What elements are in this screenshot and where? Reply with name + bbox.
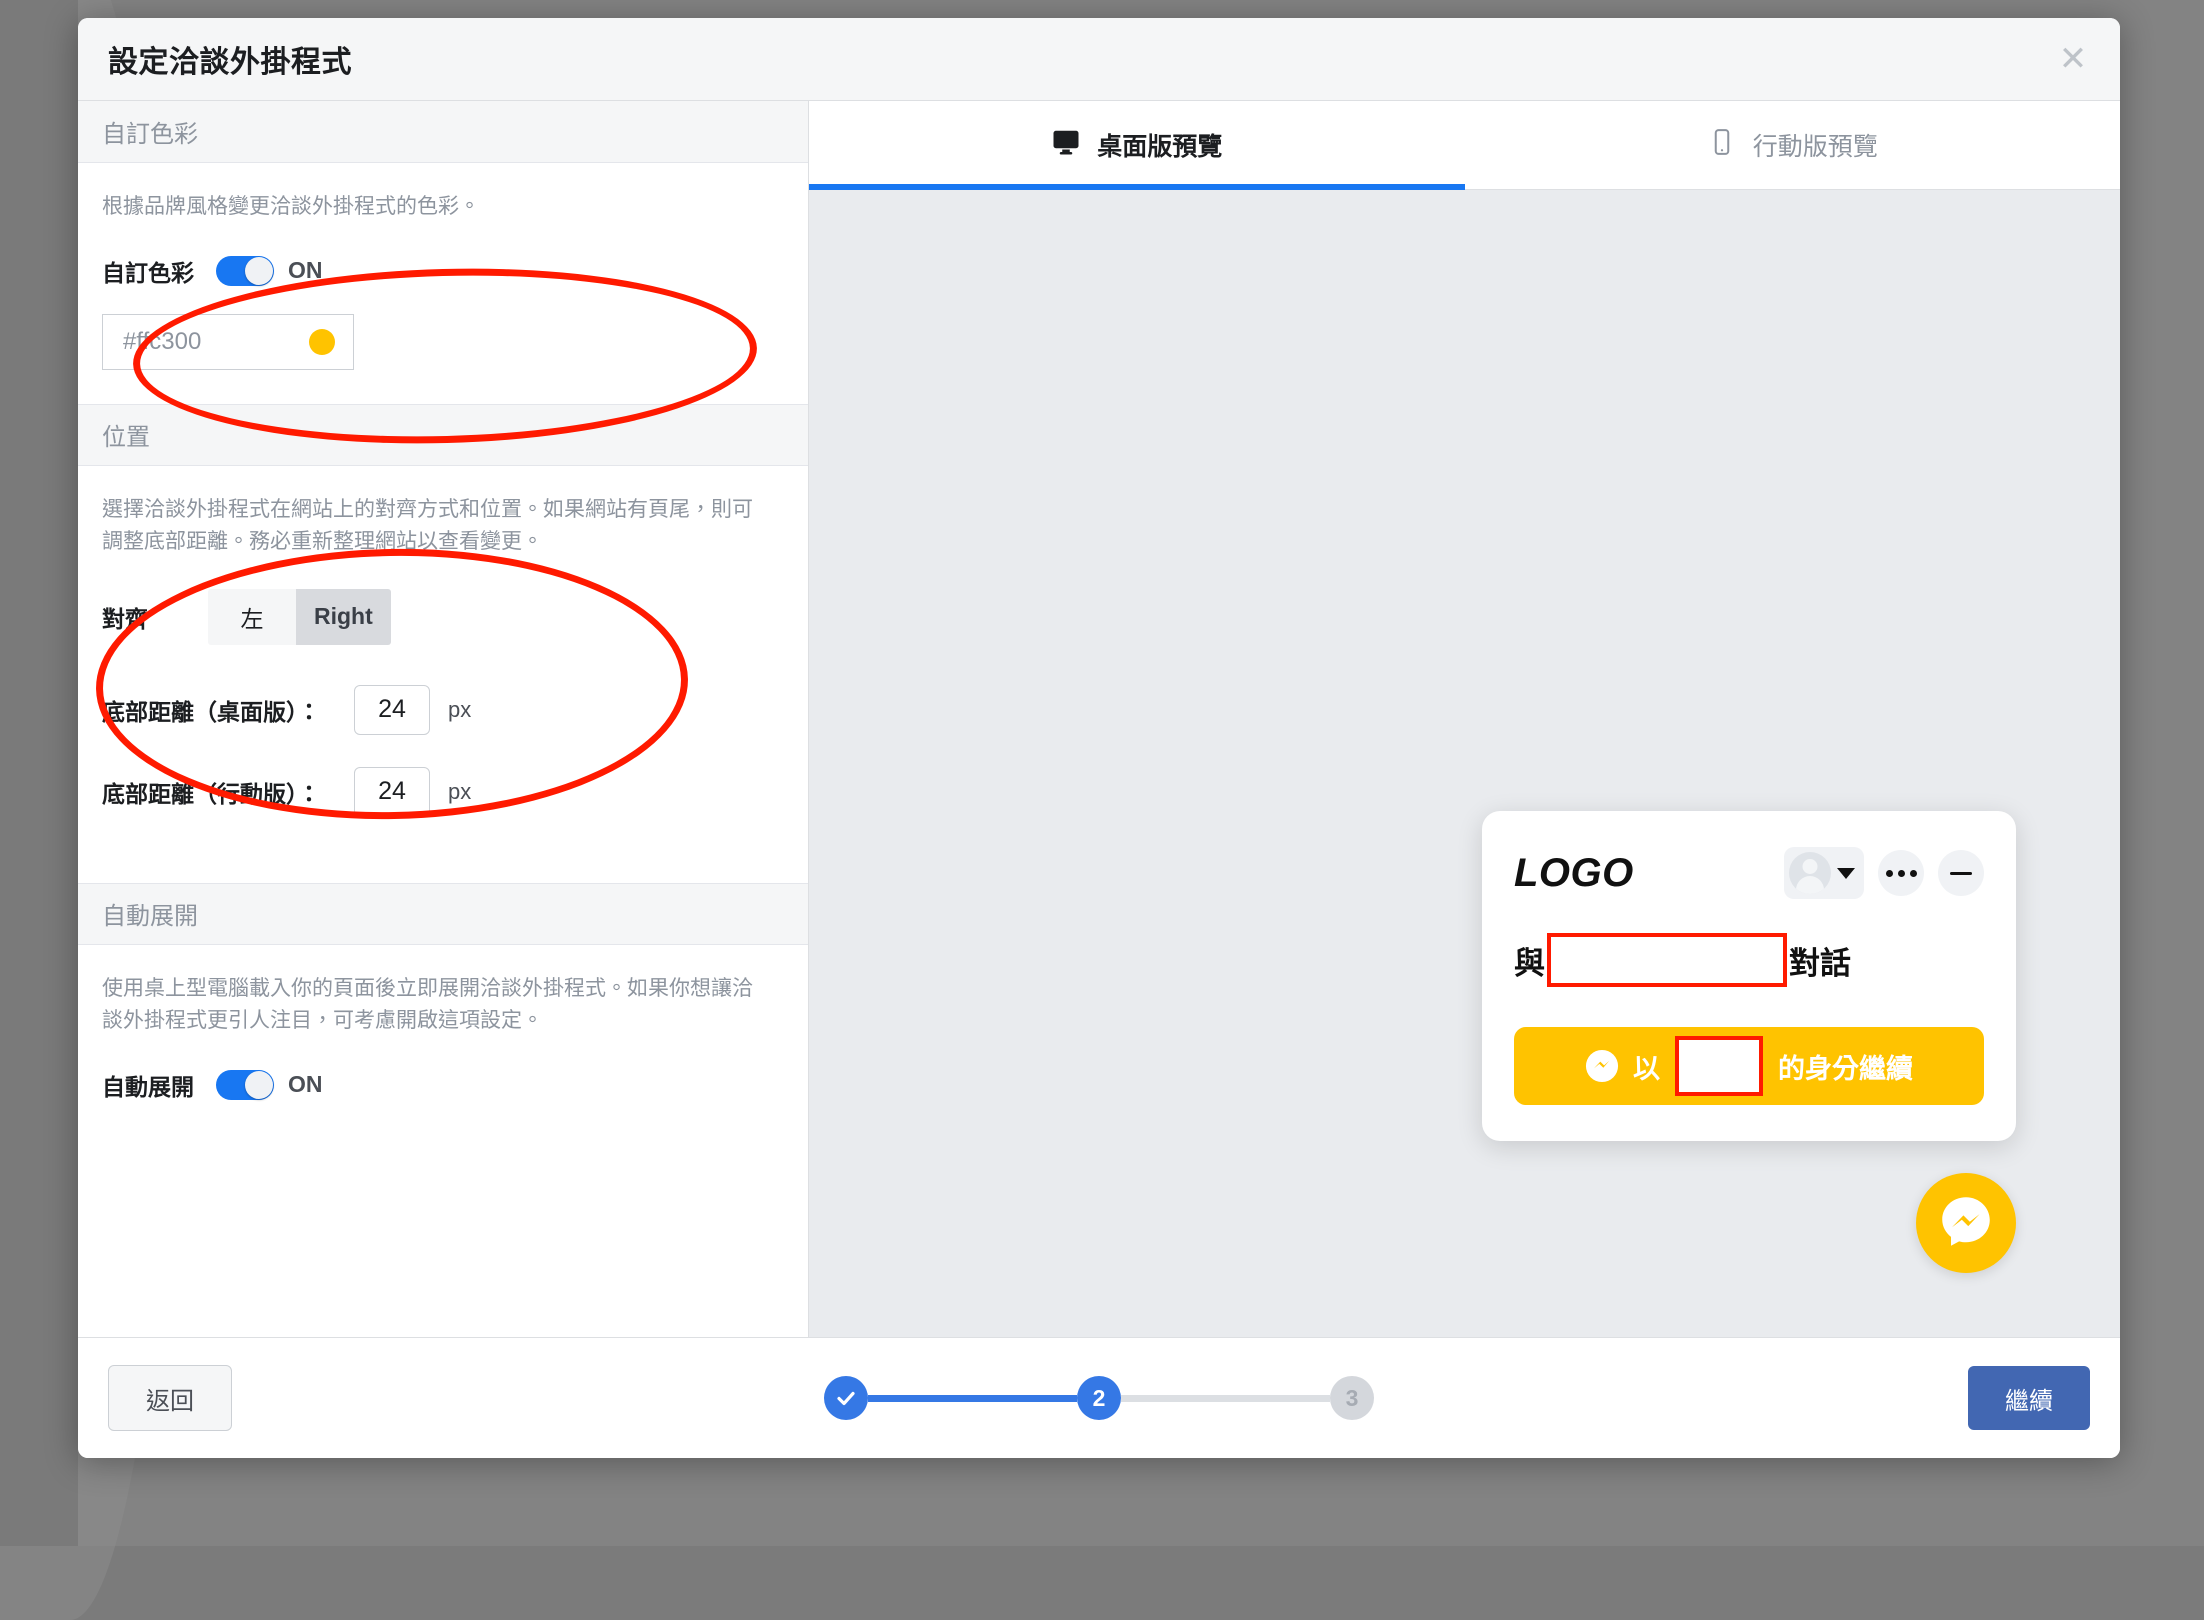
desktop-spacing-unit: px — [448, 697, 471, 723]
color-swatch[interactable] — [309, 329, 335, 355]
section-title-auto-expand: 自動展開 — [102, 896, 198, 931]
minimize-icon[interactable] — [1938, 850, 1984, 896]
step-connector-1 — [868, 1395, 1077, 1402]
section-header-position: 位置 — [78, 404, 808, 466]
step-1-dot[interactable] — [824, 1376, 868, 1420]
mobile-icon — [1707, 127, 1737, 164]
auto-expand-toggle-label: 自動展開 — [102, 1068, 194, 1102]
custom-color-description: 根據品牌風格變更洽談外掛程式的色彩。 — [102, 191, 772, 224]
backdrop-left-shade — [0, 0, 78, 1546]
dots-glyph — [1886, 870, 1917, 877]
greeting-suffix: 對話 — [1789, 938, 1851, 983]
cta-prefix: 以 — [1633, 1047, 1660, 1086]
custom-color-toggle-row: 自訂色彩 ON — [102, 254, 784, 288]
chevron-down-icon — [1837, 868, 1855, 879]
continue-button[interactable]: 繼續 — [1968, 1366, 2090, 1430]
alignment-label: 對齊 — [102, 600, 180, 634]
minus-glyph — [1950, 872, 1972, 875]
auto-expand-description: 使用桌上型電腦載入你的頁面後立即展開洽談外掛程式。如果你想讓洽談外掛程式更引人注… — [102, 973, 772, 1038]
dialog-header: 設定洽談外掛程式 ✕ — [78, 18, 2120, 101]
avatar-selector[interactable] — [1784, 847, 1864, 899]
alignment-option-right[interactable]: Right — [296, 589, 391, 645]
alignment-row: 對齊 左 Right — [102, 589, 784, 645]
mobile-spacing-input[interactable]: 24 — [354, 767, 430, 817]
toggle-knob — [245, 1071, 273, 1099]
messenger-icon — [1585, 1049, 1619, 1083]
page-title: 設定洽談外掛程式 — [108, 37, 352, 81]
mobile-spacing-row: 底部距離（行動版）： 24 px — [102, 767, 784, 817]
widget-greeting: 與 對話 — [1514, 933, 1984, 987]
preview-stage: LOGO — [809, 190, 2120, 1337]
alignment-option-left[interactable]: 左 — [208, 589, 296, 645]
widget-header: LOGO — [1514, 847, 1984, 899]
mobile-spacing-label: 底部距離（行動版）： — [102, 775, 354, 809]
custom-color-toggle-label: 自訂色彩 — [102, 254, 194, 288]
desktop-spacing-input[interactable]: 24 — [354, 685, 430, 735]
back-button[interactable]: 返回 — [108, 1365, 232, 1431]
tab-desktop-preview[interactable]: 桌面版預覽 — [809, 101, 1465, 189]
chat-widget-preview: LOGO — [1482, 811, 2016, 1141]
section-header-custom-color: 自訂色彩 — [78, 101, 808, 163]
alignment-segmented-control: 左 Right — [208, 589, 391, 645]
desktop-spacing-row: 底部距離（桌面版）： 24 px — [102, 685, 784, 735]
section-body-auto-expand: 使用桌上型電腦載入你的頁面後立即展開洽談外掛程式。如果你想讓洽談外掛程式更引人注… — [78, 945, 808, 1162]
toggle-knob — [245, 257, 273, 285]
step-3-dot[interactable]: 3 — [1330, 1376, 1374, 1420]
widget-logo: LOGO — [1514, 851, 1634, 896]
messenger-icon — [1935, 1190, 1997, 1257]
tab-mobile-preview[interactable]: 行動版預覽 — [1465, 101, 2121, 189]
greeting-prefix: 與 — [1514, 938, 1545, 983]
step-2-dot[interactable]: 2 — [1077, 1376, 1121, 1420]
widget-header-actions — [1784, 847, 1984, 899]
settings-panel: 自訂色彩 根據品牌風格變更洽談外掛程式的色彩。 自訂色彩 ON #ffc300 — [78, 101, 809, 1337]
custom-color-toggle-state: ON — [288, 257, 323, 284]
tab-desktop-preview-label: 桌面版預覽 — [1097, 127, 1222, 163]
auto-expand-toggle[interactable] — [216, 1070, 274, 1100]
position-description: 選擇洽談外掛程式在網站上的對齊方式和位置。如果網站有頁尾，則可調整底部距離。務必… — [102, 494, 772, 559]
monitor-icon — [1051, 127, 1081, 164]
dialog-body: 自訂色彩 根據品牌風格變更洽談外掛程式的色彩。 自訂色彩 ON #ffc300 — [78, 101, 2120, 1338]
color-hex-input[interactable]: #ffc300 — [102, 314, 354, 370]
close-icon[interactable]: ✕ — [2052, 38, 2094, 80]
chat-launcher-button[interactable] — [1916, 1173, 2016, 1273]
dialog-footer: 返回 2 3 繼續 — [78, 1338, 2120, 1458]
color-hex-value: #ffc300 — [123, 328, 201, 356]
desktop-spacing-label: 底部距離（桌面版）： — [102, 693, 354, 727]
section-title-custom-color: 自訂色彩 — [102, 114, 198, 149]
auto-expand-toggle-row: 自動展開 ON — [102, 1068, 784, 1102]
preview-panel: 桌面版預覽 行動版預覽 LOGO — [809, 101, 2120, 1337]
custom-color-toggle[interactable] — [216, 256, 274, 286]
avatar-icon — [1789, 852, 1831, 894]
preview-tab-bar: 桌面版預覽 行動版預覽 — [809, 101, 2120, 190]
more-options-icon[interactable] — [1878, 850, 1924, 896]
tab-mobile-preview-label: 行動版預覽 — [1753, 127, 1878, 163]
continue-as-user-button[interactable]: 以 的身分繼續 — [1514, 1027, 1984, 1105]
redaction-box-user-name — [1675, 1036, 1763, 1096]
cta-suffix: 的身分繼續 — [1778, 1047, 1913, 1086]
auto-expand-toggle-state: ON — [288, 1071, 323, 1098]
section-body-position: 選擇洽談外掛程式在網站上的對齊方式和位置。如果網站有頁尾，則可調整底部距離。務必… — [78, 466, 808, 883]
section-title-position: 位置 — [102, 417, 150, 452]
redaction-box-page-name — [1547, 933, 1787, 987]
section-body-custom-color: 根據品牌風格變更洽談外掛程式的色彩。 自訂色彩 ON #ffc300 — [78, 163, 808, 404]
step-progress-indicator: 2 3 — [824, 1376, 1374, 1420]
check-icon — [834, 1386, 858, 1410]
step-connector-2 — [1121, 1395, 1330, 1402]
mobile-spacing-unit: px — [448, 779, 471, 805]
chat-plugin-setup-dialog: 設定洽談外掛程式 ✕ 自訂色彩 根據品牌風格變更洽談外掛程式的色彩。 自訂色彩 — [78, 18, 2120, 1458]
section-header-auto-expand: 自動展開 — [78, 883, 808, 945]
